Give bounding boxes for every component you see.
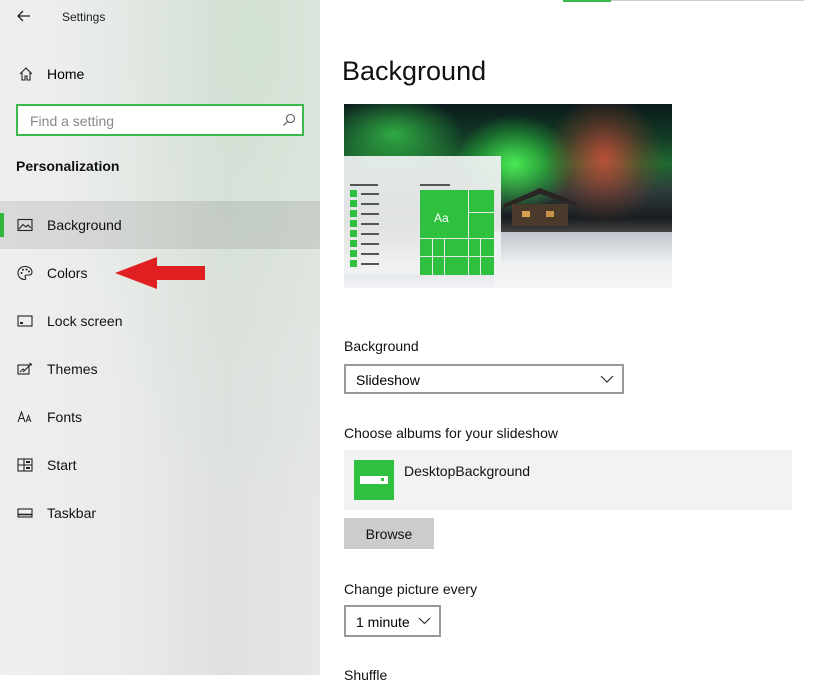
sidebar-item-themes[interactable]: Themes <box>0 345 320 393</box>
taskbar-icon <box>17 508 33 518</box>
search-box[interactable] <box>16 104 304 136</box>
sidebar-item-background[interactable]: Background <box>0 201 320 249</box>
lock-screen-icon <box>17 315 33 327</box>
top-accent-tab <box>563 0 611 2</box>
sidebar-item-label: Lock screen <box>47 313 123 329</box>
dropdown-value: Slideshow <box>356 372 420 388</box>
palette-icon <box>17 265 33 281</box>
dropdown-value: 1 minute <box>356 614 410 630</box>
search-icon[interactable] <box>282 113 296 127</box>
sidebar-item-label: Start <box>47 457 77 473</box>
change-interval-dropdown[interactable]: 1 minute <box>344 605 441 637</box>
sidebar-item-label: Themes <box>47 361 98 377</box>
background-preview: Aa <box>344 104 672 288</box>
back-button[interactable] <box>14 6 34 26</box>
sidebar-item-taskbar[interactable]: Taskbar <box>0 489 320 537</box>
background-type-dropdown[interactable]: Slideshow <box>344 364 624 394</box>
section-title: Personalization <box>16 158 120 174</box>
annotation-arrow-icon <box>115 257 205 289</box>
sidebar-item-fonts[interactable]: Fonts <box>0 393 320 441</box>
chevron-down-icon <box>600 375 614 383</box>
chevron-down-icon <box>418 617 431 625</box>
back-arrow-icon <box>17 10 30 22</box>
app-title: Settings <box>62 10 106 24</box>
fonts-icon <box>17 410 32 423</box>
start-icon <box>17 458 33 472</box>
shuffle-label: Shuffle <box>344 667 388 683</box>
search-input[interactable] <box>28 112 278 130</box>
top-divider <box>611 0 804 1</box>
sidebar-item-lock-screen[interactable]: Lock screen <box>0 297 320 345</box>
album-item[interactable]: DesktopBackground <box>344 450 792 510</box>
sidebar-item-start[interactable]: Start <box>0 441 320 489</box>
themes-icon <box>17 362 33 375</box>
preview-window-mockup <box>344 156 501 275</box>
page-title: Background <box>342 56 487 86</box>
album-name: DesktopBackground <box>404 463 531 479</box>
sidebar-item-label: Colors <box>47 265 88 281</box>
picture-icon <box>17 218 33 232</box>
sidebar: Settings Home Personalization Background… <box>0 0 320 675</box>
home-icon <box>19 67 33 81</box>
sidebar-item-label: Fonts <box>47 409 83 425</box>
preview-tile-label: Aa <box>434 211 449 225</box>
albums-label: Choose albums for your slideshow <box>344 425 558 441</box>
sidebar-item-label: Home <box>47 66 85 82</box>
change-picture-label: Change picture every <box>344 581 478 597</box>
sidebar-item-label: Background <box>47 217 122 233</box>
cabin-image <box>504 188 576 226</box>
sidebar-item-label: Taskbar <box>47 505 97 521</box>
background-label: Background <box>344 338 419 354</box>
sidebar-item-home[interactable]: Home <box>0 58 320 90</box>
folder-icon <box>354 460 394 500</box>
browse-button[interactable]: Browse <box>344 518 434 549</box>
